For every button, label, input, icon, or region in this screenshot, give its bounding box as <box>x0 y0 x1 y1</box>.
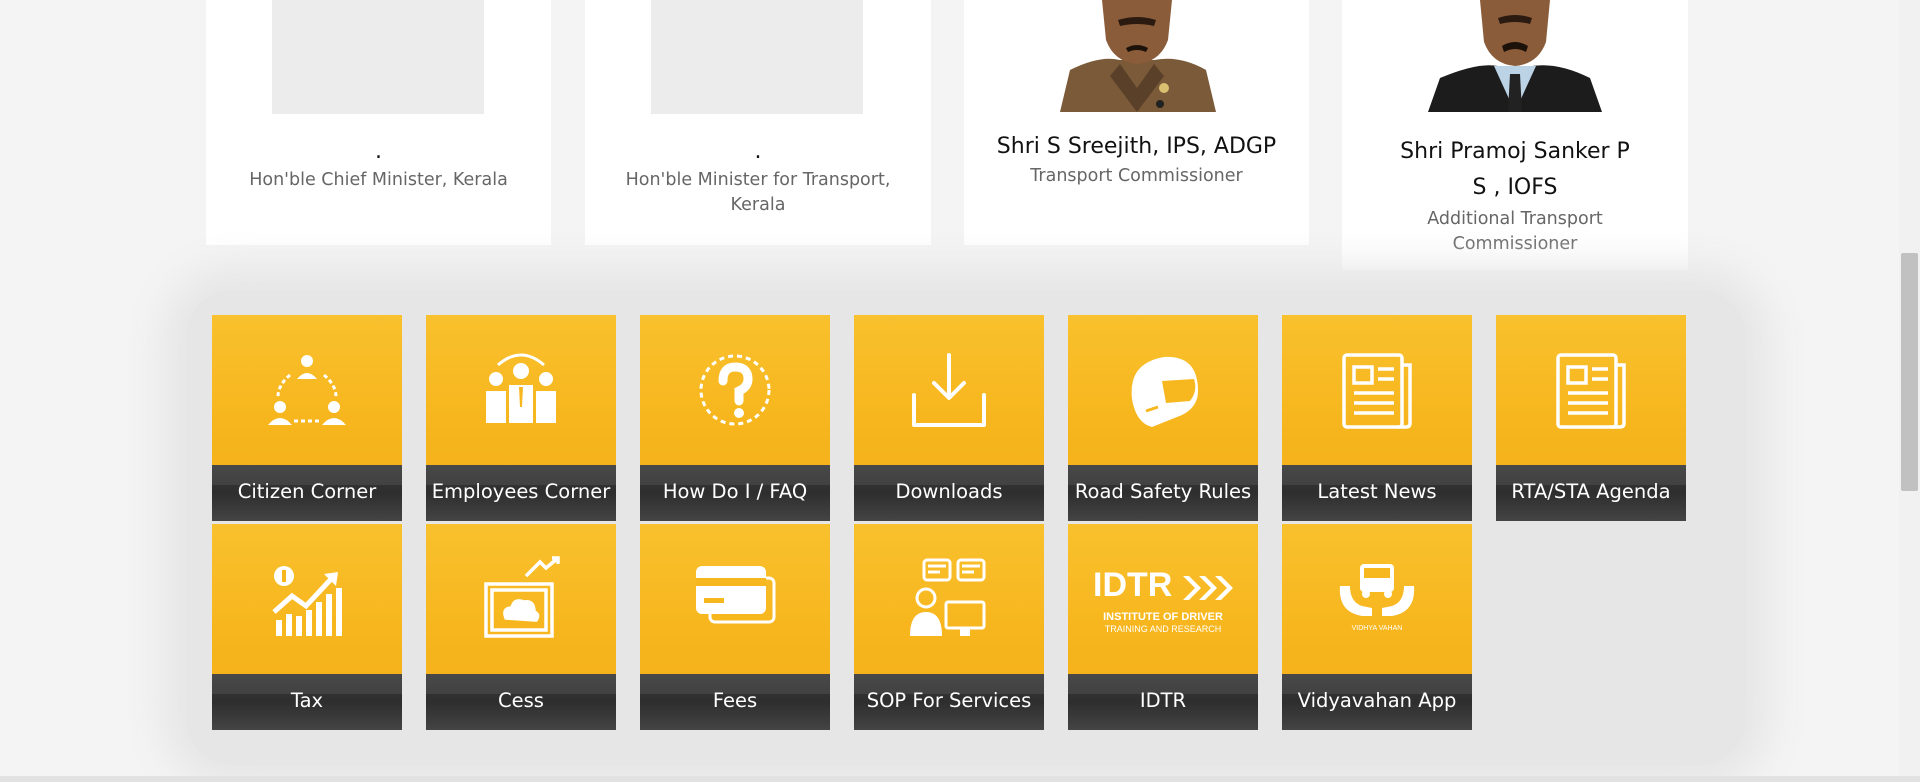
official-card-transport-commissioner: Shri S Sreejith, IPS, ADGP Transport Com… <box>964 0 1309 245</box>
tile-fees[interactable]: Fees <box>640 524 830 730</box>
page: . Hon'ble Chief Minister, Kerala . Hon'b… <box>0 0 1899 777</box>
tile-label: Fees <box>640 674 830 730</box>
vidyavahan-logo: VIDHYA VAHAN <box>1282 554 1472 644</box>
tile-label: Employees Corner <box>426 465 616 521</box>
photo-placeholder <box>272 0 484 114</box>
official-name: . <box>754 139 762 164</box>
cess-cloud-icon <box>426 554 616 644</box>
footer-divider <box>0 776 1920 782</box>
official-designation: Additional Transport Commissioner <box>1427 209 1603 254</box>
tile-label: IDTR <box>1068 674 1258 730</box>
idtr-logo-text: IDTR <box>1093 566 1172 604</box>
download-icon <box>854 345 1044 435</box>
tile-label: SOP For Services <box>854 674 1044 730</box>
newspaper-icon <box>1282 345 1472 435</box>
tile-cess[interactable]: Cess <box>426 524 616 730</box>
scrollbar-thumb[interactable] <box>1901 253 1918 491</box>
tile-downloads[interactable]: Downloads <box>854 315 1044 521</box>
citizen-group-icon <box>212 345 402 435</box>
tile-label: Downloads <box>854 465 1044 521</box>
official-card-additional-commissioner: Shri Pramoj Sanker P S , IOFS Additional… <box>1342 0 1688 270</box>
sop-person-icon <box>854 554 1044 644</box>
idtr-logo-sub2: TRAINING AND RESEARCH <box>1105 624 1222 634</box>
tile-label: Vidyavahan App <box>1282 674 1472 730</box>
question-icon <box>640 345 830 435</box>
tax-chart-icon <box>212 554 402 644</box>
tile-rta-sta-agenda[interactable]: RTA/STA Agenda <box>1496 315 1686 521</box>
tile-label: Citizen Corner <box>212 465 402 521</box>
card-icon <box>640 554 830 644</box>
tile-vidyavahan-app[interactable]: VIDHYA VAHAN Vidyavahan App <box>1282 524 1472 730</box>
official-photo <box>1418 0 1612 112</box>
tile-tax[interactable]: Tax <box>212 524 402 730</box>
tile-label: RTA/STA Agenda <box>1496 465 1686 521</box>
vidyavahan-logo-text: VIDHYA VAHAN <box>1352 625 1403 632</box>
tile-sop-for-services[interactable]: SOP For Services <box>854 524 1044 730</box>
tile-label: Latest News <box>1282 465 1472 521</box>
newspaper-icon <box>1496 345 1686 435</box>
tile-label: Cess <box>426 674 616 730</box>
tile-how-do-i-faq[interactable]: How Do I / FAQ <box>640 315 830 521</box>
official-designation: Hon'ble Chief Minister, Kerala <box>249 170 508 190</box>
official-portrait-image <box>1418 0 1612 112</box>
official-portrait-image <box>1040 0 1234 112</box>
photo-placeholder <box>651 0 863 114</box>
official-designation: Transport Commissioner <box>1030 166 1243 186</box>
tile-employees-corner[interactable]: Employees Corner <box>426 315 616 521</box>
idtr-logo-sub1: INSTITUTE OF DRIVER <box>1103 611 1223 623</box>
tile-latest-news[interactable]: Latest News <box>1282 315 1472 521</box>
tile-label: Tax <box>212 674 402 730</box>
tile-citizen-corner[interactable]: Citizen Corner <box>212 315 402 521</box>
tile-label: How Do I / FAQ <box>640 465 830 521</box>
official-photo <box>1040 0 1234 112</box>
tile-idtr[interactable]: IDTR INSTITUTE OF DRIVER TRAINING AND RE… <box>1068 524 1258 730</box>
official-name: Shri S Sreejith, IPS, ADGP <box>996 134 1277 159</box>
tile-road-safety-rules[interactable]: Road Safety Rules <box>1068 315 1258 521</box>
official-designation: Hon'ble Minister for Transport, Kerala <box>625 170 891 215</box>
official-card-transport-minister: . Hon'ble Minister for Transport, Kerala <box>585 0 931 245</box>
official-name: . <box>375 139 382 164</box>
employees-group-icon <box>426 345 616 435</box>
tile-label: Road Safety Rules <box>1068 465 1258 521</box>
helmet-icon <box>1068 345 1258 435</box>
official-card-chief-minister: . Hon'ble Chief Minister, Kerala <box>206 0 551 245</box>
official-name: Shri Pramoj Sanker P S , IOFS <box>1400 139 1630 200</box>
idtr-logo: IDTR INSTITUTE OF DRIVER TRAINING AND RE… <box>1073 554 1253 644</box>
